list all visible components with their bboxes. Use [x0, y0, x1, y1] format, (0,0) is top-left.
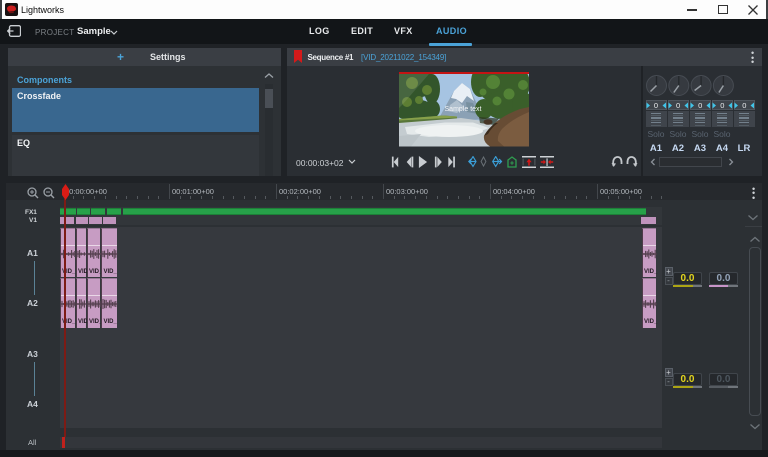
svg-text:Sample text: Sample text — [445, 106, 482, 113]
